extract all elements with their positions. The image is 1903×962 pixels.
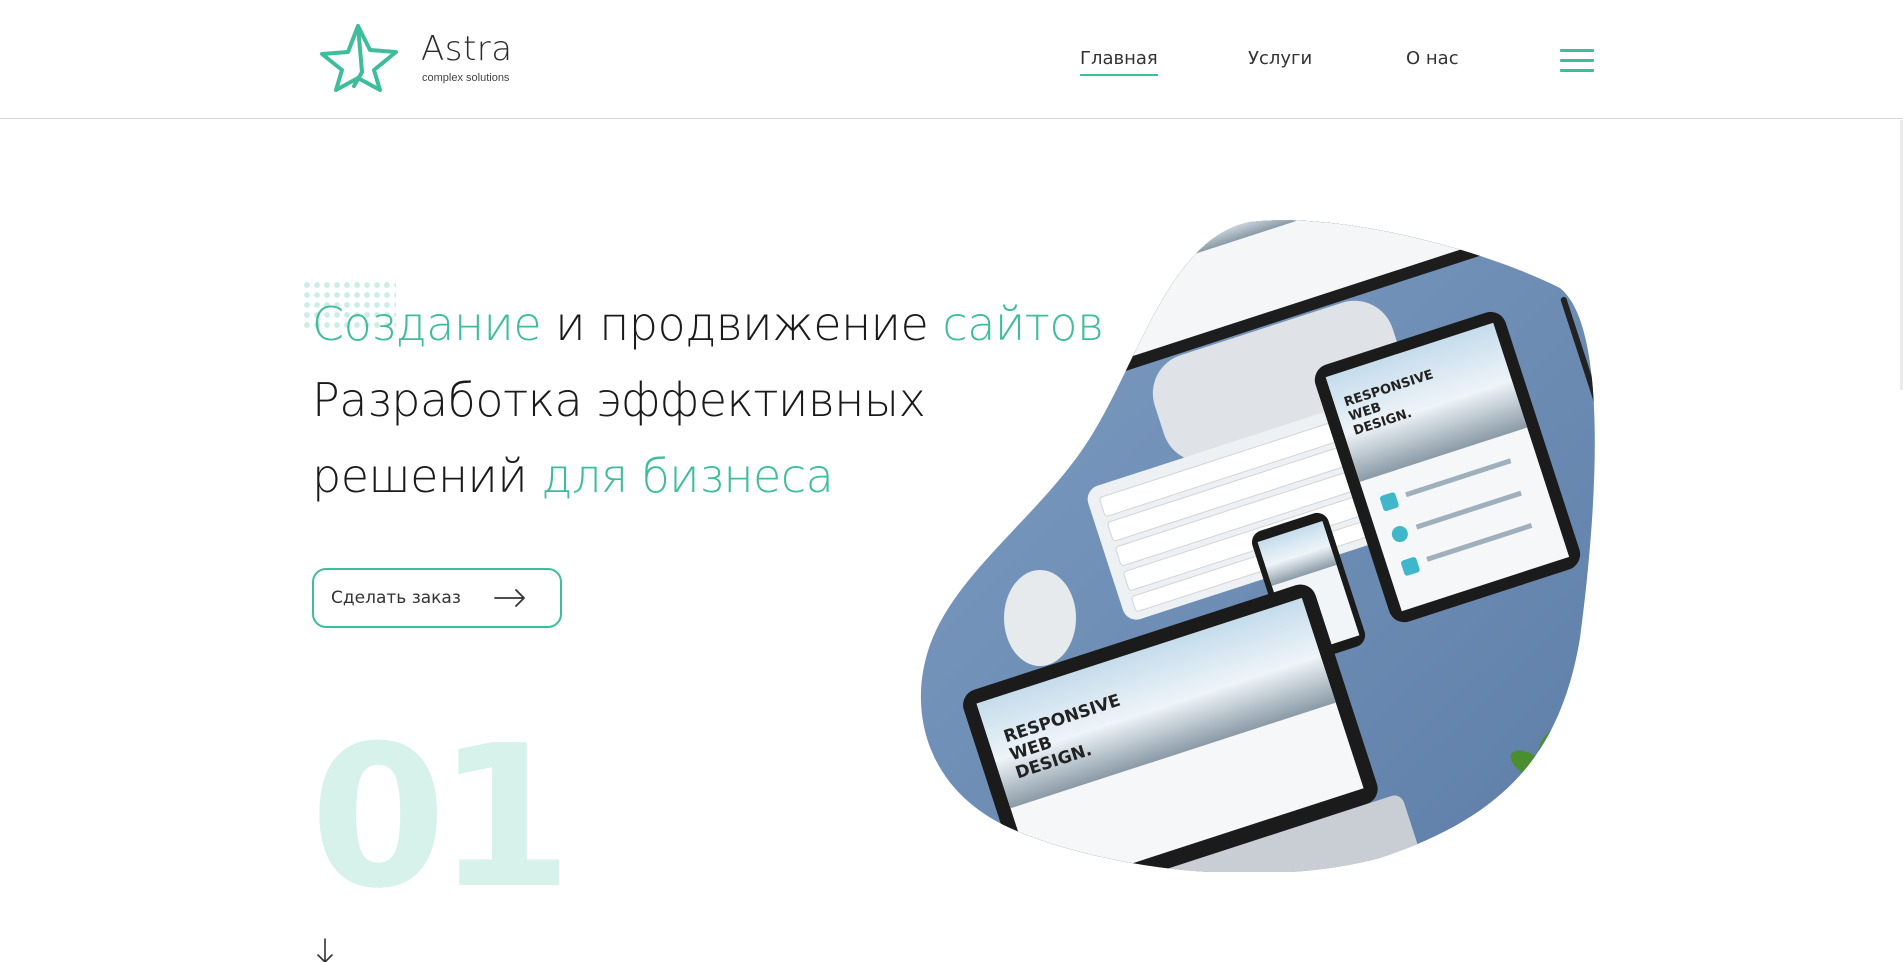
- arrow-down-icon[interactable]: [316, 938, 334, 962]
- heading-text: решений: [312, 449, 542, 503]
- logo-tagline: complex solutions: [422, 72, 510, 84]
- logo-name: Astra: [421, 29, 513, 69]
- order-button[interactable]: Сделать заказ: [312, 568, 562, 628]
- order-button-label: Сделать заказ: [331, 588, 461, 608]
- hamburger-menu-icon[interactable]: [1560, 48, 1594, 74]
- heading-accent-word: Создание: [312, 297, 542, 351]
- nav-home-link[interactable]: Главная: [1080, 48, 1158, 76]
- nav-services-link[interactable]: Услуги: [1248, 48, 1312, 70]
- arrow-right-icon: [494, 589, 525, 607]
- nav-about-link[interactable]: О нас: [1406, 48, 1459, 70]
- heading-text: и продвижение: [541, 297, 943, 351]
- logo[interactable]: Astra complex solutions: [318, 22, 518, 92]
- site-header: Astra complex solutions Главная Услуги О…: [0, 0, 1903, 119]
- heading-accent-word: для бизнеса: [541, 449, 834, 503]
- slide-number: 01: [310, 704, 573, 932]
- devices-photo-content: RESPONSIVE WEB DESIGN. RESPONSIVE WEB DE…: [920, 220, 1595, 872]
- star-outline-icon: [320, 24, 398, 92]
- devices-photo: RESPONSIVE WEB DESIGN. RESPONSIVE WEB DE…: [920, 220, 1595, 872]
